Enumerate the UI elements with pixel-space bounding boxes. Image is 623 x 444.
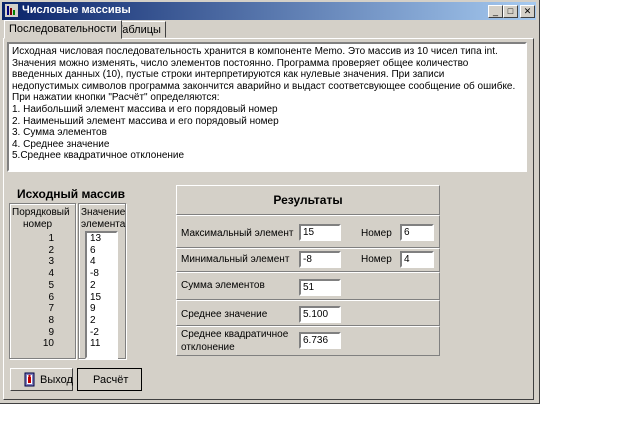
value-item[interactable]: 11 (87, 338, 116, 350)
main-window: Числовые массивы _ □ ✕ Последовательност… (0, 0, 540, 404)
results-title: Результаты (176, 185, 440, 215)
memo-line: введенных данных (10), пустые строки инт… (12, 69, 445, 81)
tab-sequences[interactable]: Последовательности (4, 20, 122, 39)
value-item[interactable]: 6 (87, 245, 116, 257)
index-item: 8 (48, 314, 54, 326)
min-num-label: Номер (361, 254, 392, 265)
maximize-button[interactable]: □ (503, 5, 518, 18)
calc-button-label: Расчёт (93, 374, 129, 386)
index-item: 9 (48, 326, 54, 338)
avg-label: Среднее значение (181, 309, 268, 320)
app-icon (5, 4, 18, 17)
window-title: Числовые массивы (22, 4, 131, 16)
values-memo[interactable]: 13 6 4 -8 2 15 9 2 -2 11 (85, 231, 118, 359)
memo-line: Значения можно изменять, число элементов… (12, 57, 469, 69)
index-item: 2 (48, 244, 54, 256)
avg-value-field[interactable]: 5.100 (299, 306, 341, 323)
max-label: Максимальный элемент (181, 228, 294, 239)
minimize-button[interactable]: _ (488, 5, 503, 18)
max-row: Максимальный элемент 15 Номер 6 (176, 215, 440, 248)
index-item: 10 (42, 338, 54, 350)
source-array-title: Исходный массив (17, 187, 126, 201)
exit-button-label: Выход (40, 374, 73, 386)
value-item[interactable]: 13 (87, 233, 116, 245)
title-bar[interactable]: Числовые массивы _ □ ✕ (2, 2, 536, 20)
memo-line: 2. Наименьший элемент массива и его поря… (12, 115, 279, 127)
value-item[interactable]: 15 (87, 292, 116, 304)
index-item: 6 (48, 291, 54, 303)
index-list: 1 2 3 4 5 6 7 8 9 10 (32, 233, 54, 350)
memo-line: Исходная числовая последовательность хра… (12, 46, 498, 57)
value-item[interactable]: -8 (87, 268, 116, 280)
description-memo[interactable]: Исходная числовая последовательность хра… (7, 42, 527, 172)
index-header-1: Порядковый (12, 207, 70, 218)
index-item: 3 (48, 256, 54, 268)
index-item: 4 (48, 268, 54, 280)
index-item: 7 (48, 303, 54, 315)
value-item[interactable]: 9 (87, 303, 116, 315)
std-label-1: Среднее квадратичное (181, 329, 289, 340)
memo-line: 4. Среднее значение (12, 138, 110, 150)
value-item[interactable]: 2 (87, 315, 116, 327)
value-item[interactable]: 2 (87, 280, 116, 292)
min-row: Минимальный элемент -8 Номер 4 (176, 248, 440, 272)
std-row: Среднее квадратичное отклонение 6.736 (176, 326, 440, 356)
sum-row: Сумма элементов 51 (176, 272, 440, 300)
close-button[interactable]: ✕ (520, 5, 535, 18)
index-item: 5 (48, 279, 54, 291)
max-num-label: Номер (361, 228, 392, 239)
value-item[interactable]: 4 (87, 256, 116, 268)
std-label-2: отклонение (181, 342, 235, 353)
min-value-field[interactable]: -8 (299, 251, 341, 268)
exit-button[interactable]: Выход (10, 368, 73, 391)
memo-line: 1. Наибольший элемент массива и его поря… (12, 103, 278, 115)
std-value-field[interactable]: 6.736 (299, 332, 341, 349)
index-header-2: номер (23, 219, 53, 230)
value-header-2: элемента (81, 219, 126, 230)
memo-line: недопустимых символов программа закончит… (12, 80, 516, 92)
min-label: Минимальный элемент (181, 254, 290, 265)
min-num-field[interactable]: 4 (400, 251, 434, 268)
sum-label: Сумма элементов (181, 280, 265, 291)
index-item: 1 (48, 233, 54, 244)
sum-value-field[interactable]: 51 (299, 279, 341, 296)
memo-line: 3. Сумма элементов (12, 127, 107, 139)
value-item[interactable]: -2 (87, 327, 116, 339)
memo-line: При нажатии кнопки "Расчёт" определяются… (12, 92, 220, 104)
value-header-1: Значение (81, 207, 126, 218)
max-value-field[interactable]: 15 (299, 224, 341, 241)
avg-row: Среднее значение 5.100 (176, 300, 440, 326)
max-num-field[interactable]: 6 (400, 224, 434, 241)
calc-button[interactable]: Расчёт (77, 368, 142, 391)
exit-door-icon (24, 372, 35, 387)
memo-line: 5.Среднее квадратичное отклонение (12, 150, 185, 162)
